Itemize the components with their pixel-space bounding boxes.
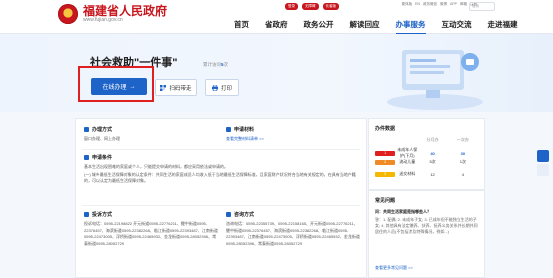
floating-toolbar [537, 150, 549, 176]
nav-item-government[interactable]: 省政府 [257, 17, 296, 32]
nav-item-interaction[interactable]: 互动交流 [434, 17, 480, 32]
handle-method-section: 办理方式 窗口办理、网上办理 [84, 126, 214, 143]
top-link[interactable]: EN [415, 2, 420, 7]
stats-row[interactable]: 2 流动儿童 5次 1次 [375, 159, 478, 165]
brand-url: www.fujian.gov.cn [83, 16, 123, 23]
stats-header: 分月办 一次办 [426, 137, 469, 142]
top-links: 繁体版 EN 政务微信 微博 APP 邮箱 注册 [402, 2, 477, 7]
conditions-line-1: 基本生活出现困难的家庭或个人，只能提交申请的材料，都应采用依法或申请的。 [84, 164, 228, 169]
consult-text: 咨询电话：0595-22355739、0595-22158165、开元街道059… [226, 221, 360, 246]
phone-icon [84, 212, 89, 217]
rank-badge: 2 [375, 159, 396, 165]
conditions-section: 申请条件 基本生活出现困难的家庭或个人，只能提交申请的材料，都应采用依法或申请的… [84, 155, 356, 184]
faq-question: 问：共同生活家庭是指哪些人？ [375, 209, 431, 214]
document-icon [84, 127, 89, 132]
complaint-text: 投诉电话：0595-22198822 开元街道0595-22776211、鲤中街… [84, 221, 218, 246]
pill-links: 登录 无障碍 长者版 [285, 3, 339, 10]
top-link[interactable]: APP [450, 2, 457, 7]
site-header: 福建省人民政府 www.fujian.gov.cn 登录 无障碍 长者版 繁体版… [0, 0, 553, 35]
brand-title: 福建省人民政府 [83, 3, 168, 18]
faq-answer: 答：1. 配偶; 2. 未成年子女; 3. 已成年但不能独立生活的子女; 4. … [375, 217, 478, 234]
stats-row[interactable]: 3 送交材料 12 4 [375, 171, 478, 177]
stats-card: 办件数据 分月办 一次办 1 未成年人保护(下月) 40 30 2 流动儿童 5次 … [368, 118, 485, 190]
complaint-section: 投诉方式 投诉电话：0595-22198822 开元街道0595-2277621… [84, 212, 218, 246]
consult-section: 咨询方式 咨询电话：0595-22355739、0595-22158165、开元… [226, 212, 360, 246]
qr-code-icon [160, 84, 167, 91]
stats-row[interactable]: 1 未成年人保护(下月) 40 30 [375, 147, 478, 159]
service-info-card: 办理方式 窗口办理、网上办理 申请材料 查看完整材料清单 >> 申请条件 基本生… [75, 118, 367, 278]
top-link[interactable]: 微博 [440, 2, 447, 7]
site-logo[interactable]: 福建省人民政府 www.fujian.gov.cn [58, 4, 167, 24]
conditions-line-2: (一) 城乡最低生活保障对象的认定条件：共同生活的家庭成员人均收入低于当地最低生… [84, 171, 356, 184]
faq-title: 常见问题 [375, 198, 396, 204]
service-illustration-icon [387, 50, 483, 110]
checklist-icon [84, 155, 89, 160]
search-input[interactable]: 搜索 [469, 2, 495, 11]
faq-card: 常见问题 问：共同生活家庭是指哪些人？ 答：1. 配偶; 2. 未成年子女; 3… [368, 190, 485, 278]
stats-title: 办件数据 [375, 126, 396, 132]
scan-qr-label: 扫码带走 [169, 85, 192, 92]
top-link[interactable]: 政务微信 [423, 2, 437, 7]
national-emblem-icon [58, 4, 78, 24]
divider [82, 205, 360, 206]
back-to-top-icon[interactable] [537, 164, 549, 176]
nav-item-about-fujian[interactable]: 走进福建 [480, 17, 526, 32]
handle-method-text: 窗口办理、网上办理 [84, 136, 120, 141]
headset-icon [226, 212, 231, 217]
rank-badge: 1 [375, 150, 396, 156]
faq-item[interactable]: 问：共同生活家庭是指哪些人？ 答：1. 配偶; 2. 未成年子女; 3. 已成年… [375, 209, 478, 235]
materials-link[interactable]: 查看完整材料清单 >> [226, 136, 356, 143]
elder-mode-link[interactable]: 长者版 [322, 3, 339, 10]
top-link[interactable]: 邮箱 [460, 2, 467, 7]
scan-qr-button[interactable]: 扫码带走 [155, 79, 197, 96]
customer-service-icon[interactable] [537, 150, 549, 162]
nav-item-services[interactable]: 办事服务 [388, 17, 434, 35]
print-button[interactable]: 打印 [205, 79, 239, 96]
nav-item-home[interactable]: 首页 [226, 17, 257, 32]
nav-item-open-affairs[interactable]: 政务公开 [296, 17, 342, 32]
login-link[interactable]: 登录 [285, 3, 298, 10]
materials-section: 申请材料 查看完整材料清单 >> [226, 126, 356, 143]
nav-item-interpretation[interactable]: 解读回应 [342, 17, 388, 32]
rank-badge: 3 [375, 171, 396, 177]
faq-more-link[interactable]: 查看更多常见问题 >> [375, 265, 413, 271]
top-link[interactable]: 繁体版 [402, 2, 413, 7]
clipboard-icon [226, 127, 231, 132]
accessibility-link[interactable]: 无障碍 [302, 3, 319, 10]
visit-count: 累计访问5次 [203, 62, 229, 67]
main-nav: 首页 省政府 政务公开 解读回应 办事服务 互动交流 走进福建 [226, 17, 526, 35]
highlight-annotation [78, 66, 154, 102]
printer-icon [211, 84, 218, 91]
divider [82, 149, 360, 150]
print-label: 打印 [220, 85, 232, 92]
